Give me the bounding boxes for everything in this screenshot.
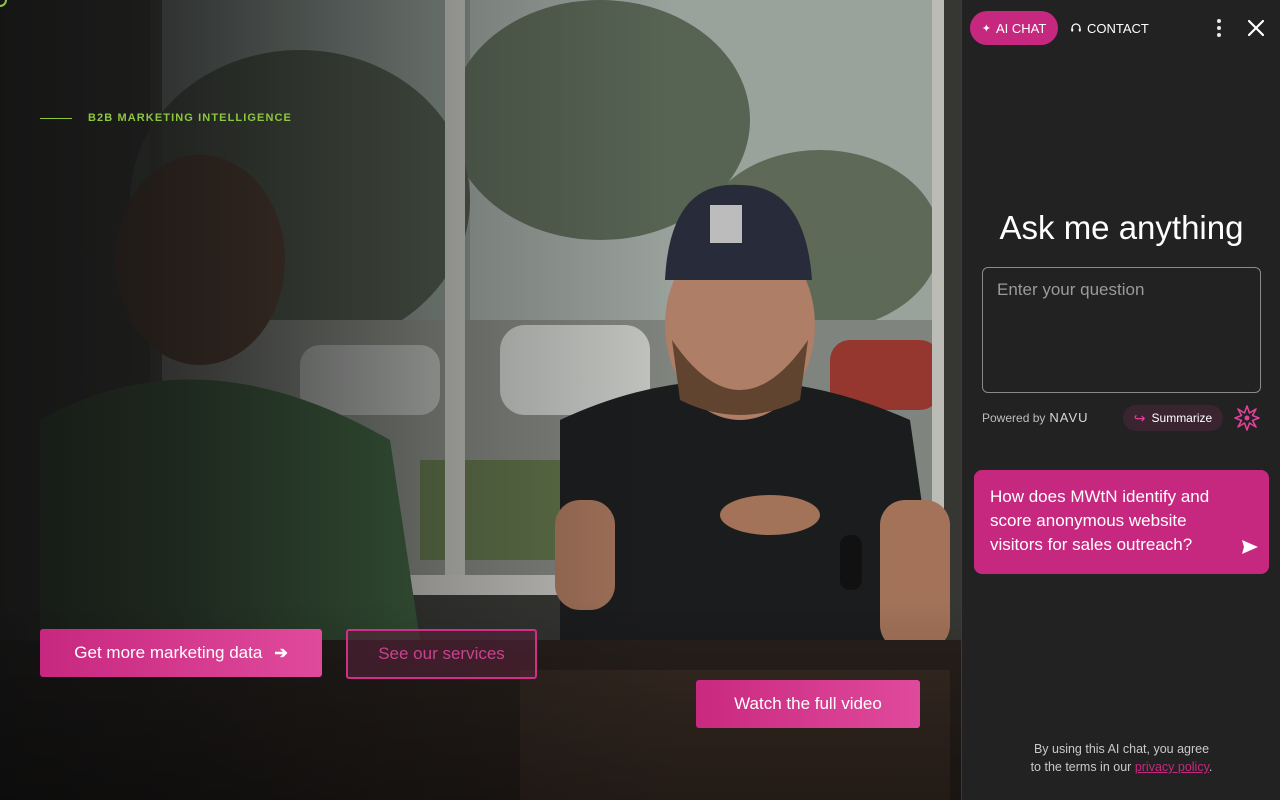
tab-ai-chat[interactable]: ✦ AI CHAT (970, 11, 1058, 45)
hero-section: B2B MARKETING INTELLIGENCE Get more mark… (0, 0, 961, 800)
summarize-button[interactable]: ↪ Summarize (1123, 405, 1223, 431)
headset-icon (1071, 23, 1081, 32)
powered-by-label: Powered by (982, 410, 1046, 425)
sparkle-icon: ✦ (981, 22, 991, 35)
terms-middle: to the terms in our (1030, 760, 1132, 774)
chat-title: Ask me anything (999, 209, 1244, 246)
get-marketing-data-label: Get more marketing data (74, 643, 263, 662)
tab-ai-chat-label: AI CHAT (995, 20, 1047, 36)
terms-prefix: By using this AI chat, you agree (1033, 742, 1210, 756)
question-input[interactable] (982, 267, 1261, 393)
powered-by: Powered by NAVU (982, 410, 1089, 425)
send-icon[interactable] (1241, 538, 1259, 556)
arrow-right-icon: ➔ (274, 645, 288, 662)
terms-notice: By using this AI chat, you agree to the … (962, 740, 1280, 776)
suggested-question-text: How does MWtN identify and score anonymo… (990, 487, 1210, 554)
navu-logo: NAVU (1049, 410, 1089, 425)
close-icon[interactable] (1244, 16, 1268, 40)
ai-chat-panel: ✦ AI CHAT CONTACT Ask me anything Powere… (961, 0, 1280, 800)
hero-eyebrow: B2B MARKETING INTELLIGENCE (40, 112, 292, 124)
tab-contact[interactable]: CONTACT (1070, 14, 1149, 42)
summarize-label: Summarize (1151, 411, 1213, 425)
suggested-question[interactable]: How does MWtN identify and score anonymo… (974, 470, 1269, 574)
see-services-button[interactable]: See our services (346, 629, 537, 679)
share-arrow-icon: ↪ (1133, 409, 1146, 426)
get-marketing-data-button[interactable]: Get more marketing data ➔ (40, 629, 322, 677)
kebab-menu-icon[interactable] (1208, 16, 1230, 40)
tab-contact-label: CONTACT (1087, 20, 1149, 36)
burst-icon[interactable] (1234, 405, 1260, 431)
eyebrow-line (40, 117, 72, 119)
eyebrow-text: B2B MARKETING INTELLIGENCE (88, 112, 292, 124)
terms-suffix: . (1208, 760, 1213, 774)
privacy-policy-link[interactable]: privacy policy (1135, 760, 1209, 774)
watch-video-button[interactable]: Watch the full video (696, 680, 920, 728)
